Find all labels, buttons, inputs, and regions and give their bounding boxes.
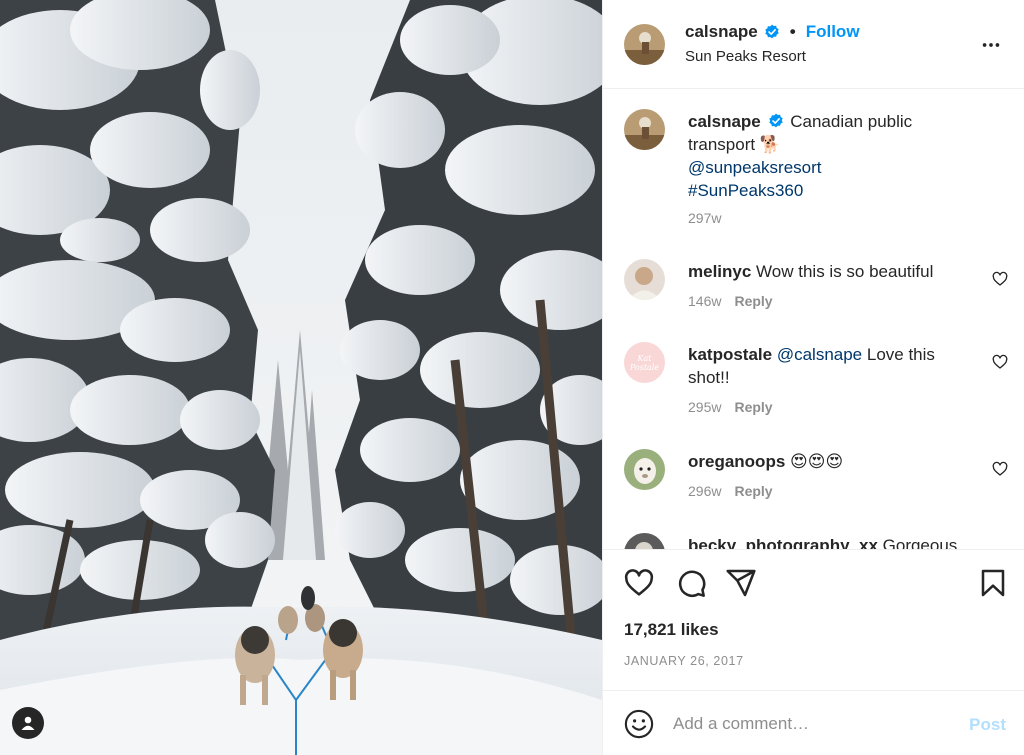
comments-list[interactable]: calsnape Canadian public transport 🐕 @su… xyxy=(603,89,1024,549)
comment-text: katpostale @calsnape Love this shot!! xyxy=(688,343,973,389)
like-comment-heart-icon[interactable] xyxy=(992,354,1008,370)
comment-time[interactable]: 146w xyxy=(688,293,721,309)
commenter-avatar[interactable]: Kat Postale xyxy=(624,342,665,383)
comment-bubble-icon[interactable] xyxy=(675,567,707,599)
save-bookmark-icon[interactable] xyxy=(977,567,1009,599)
comment-text: melinyc Wow this is so beautiful xyxy=(688,260,973,283)
tagged-users-button[interactable] xyxy=(12,707,44,739)
like-comment-heart-icon[interactable] xyxy=(992,461,1008,477)
comment-meta: 295w Reply xyxy=(688,399,773,415)
emoji-smiley-icon[interactable] xyxy=(624,709,654,739)
comment-meta: 146w Reply xyxy=(688,293,773,309)
comment-time[interactable]: 295w xyxy=(688,399,721,415)
comment-time[interactable]: 296w xyxy=(688,483,721,499)
snowy-forest-sled-dogs-image xyxy=(0,0,602,755)
reply-button[interactable]: Reply xyxy=(734,483,772,499)
comment-meta: 297w xyxy=(688,210,721,226)
likes-count[interactable]: 17,821 likes xyxy=(624,620,719,640)
verified-badge-icon xyxy=(768,113,783,128)
post-photo[interactable] xyxy=(0,0,602,755)
separator-dot: • xyxy=(789,22,796,41)
mention-link[interactable]: @sunpeaksresort xyxy=(688,158,822,177)
add-comment-bar: Post xyxy=(603,690,1024,755)
verified-badge-icon xyxy=(765,24,779,39)
comment-body: Wow this is so beautiful xyxy=(756,262,934,281)
avatar-image xyxy=(624,449,665,490)
hashtag-link[interactable]: #SunPeaks360 xyxy=(688,181,803,200)
comment-username[interactable]: melinyc xyxy=(688,262,751,281)
comment-body: 😍😍😍 xyxy=(790,452,844,471)
avatar-logo-text: Kat Postale xyxy=(629,353,660,372)
mention-link[interactable]: @calsnape xyxy=(777,345,862,364)
author-username[interactable]: calsnape xyxy=(685,22,758,42)
comment-username[interactable]: calsnape xyxy=(688,112,761,131)
caption-text: calsnape Canadian public transport 🐕 @su… xyxy=(688,110,973,202)
person-icon xyxy=(21,716,35,730)
comment-input[interactable] xyxy=(673,709,953,739)
commenter-avatar[interactable] xyxy=(624,259,665,300)
location-link[interactable]: Sun Peaks Resort xyxy=(685,48,806,65)
follow-button[interactable]: Follow xyxy=(806,22,860,42)
post-comment-button[interactable]: Post xyxy=(969,715,1006,735)
post-header: calsnape • Follow Sun Peaks Resort xyxy=(603,0,1024,89)
avatar-image xyxy=(624,533,665,549)
post-date[interactable]: JANUARY 26, 2017 xyxy=(624,654,744,668)
post-side-panel: calsnape • Follow Sun Peaks Resort calsn… xyxy=(602,0,1024,755)
like-heart-icon[interactable] xyxy=(623,567,655,599)
author-avatar[interactable] xyxy=(624,24,665,65)
comment-username[interactable]: katpostale xyxy=(688,345,772,364)
comment-username[interactable]: becky_photography_xx xyxy=(688,536,878,549)
share-paper-plane-icon[interactable] xyxy=(725,567,757,599)
avatar-image xyxy=(624,259,665,300)
comment-username[interactable]: oreganoops xyxy=(688,452,785,471)
comment-body: Gorgeous xyxy=(882,536,958,549)
like-comment-heart-icon[interactable] xyxy=(992,271,1008,287)
comment-meta: 296w Reply xyxy=(688,483,773,499)
header-user-line: calsnape • Follow xyxy=(685,22,860,42)
post-actions: 17,821 likes JANUARY 26, 2017 xyxy=(603,549,1024,690)
comment-text: becky_photography_xx Gorgeous xyxy=(688,534,973,549)
reply-button[interactable]: Reply xyxy=(734,399,772,415)
comment-text: oreganoops 😍😍😍 xyxy=(688,450,973,473)
reply-button[interactable]: Reply xyxy=(734,293,772,309)
avatar-image xyxy=(624,109,665,150)
more-options-icon[interactable] xyxy=(980,34,1002,56)
author-avatar[interactable] xyxy=(624,109,665,150)
avatar-image xyxy=(624,24,665,65)
comment-time[interactable]: 297w xyxy=(688,210,721,226)
commenter-avatar[interactable] xyxy=(624,449,665,490)
commenter-avatar[interactable] xyxy=(624,533,665,549)
